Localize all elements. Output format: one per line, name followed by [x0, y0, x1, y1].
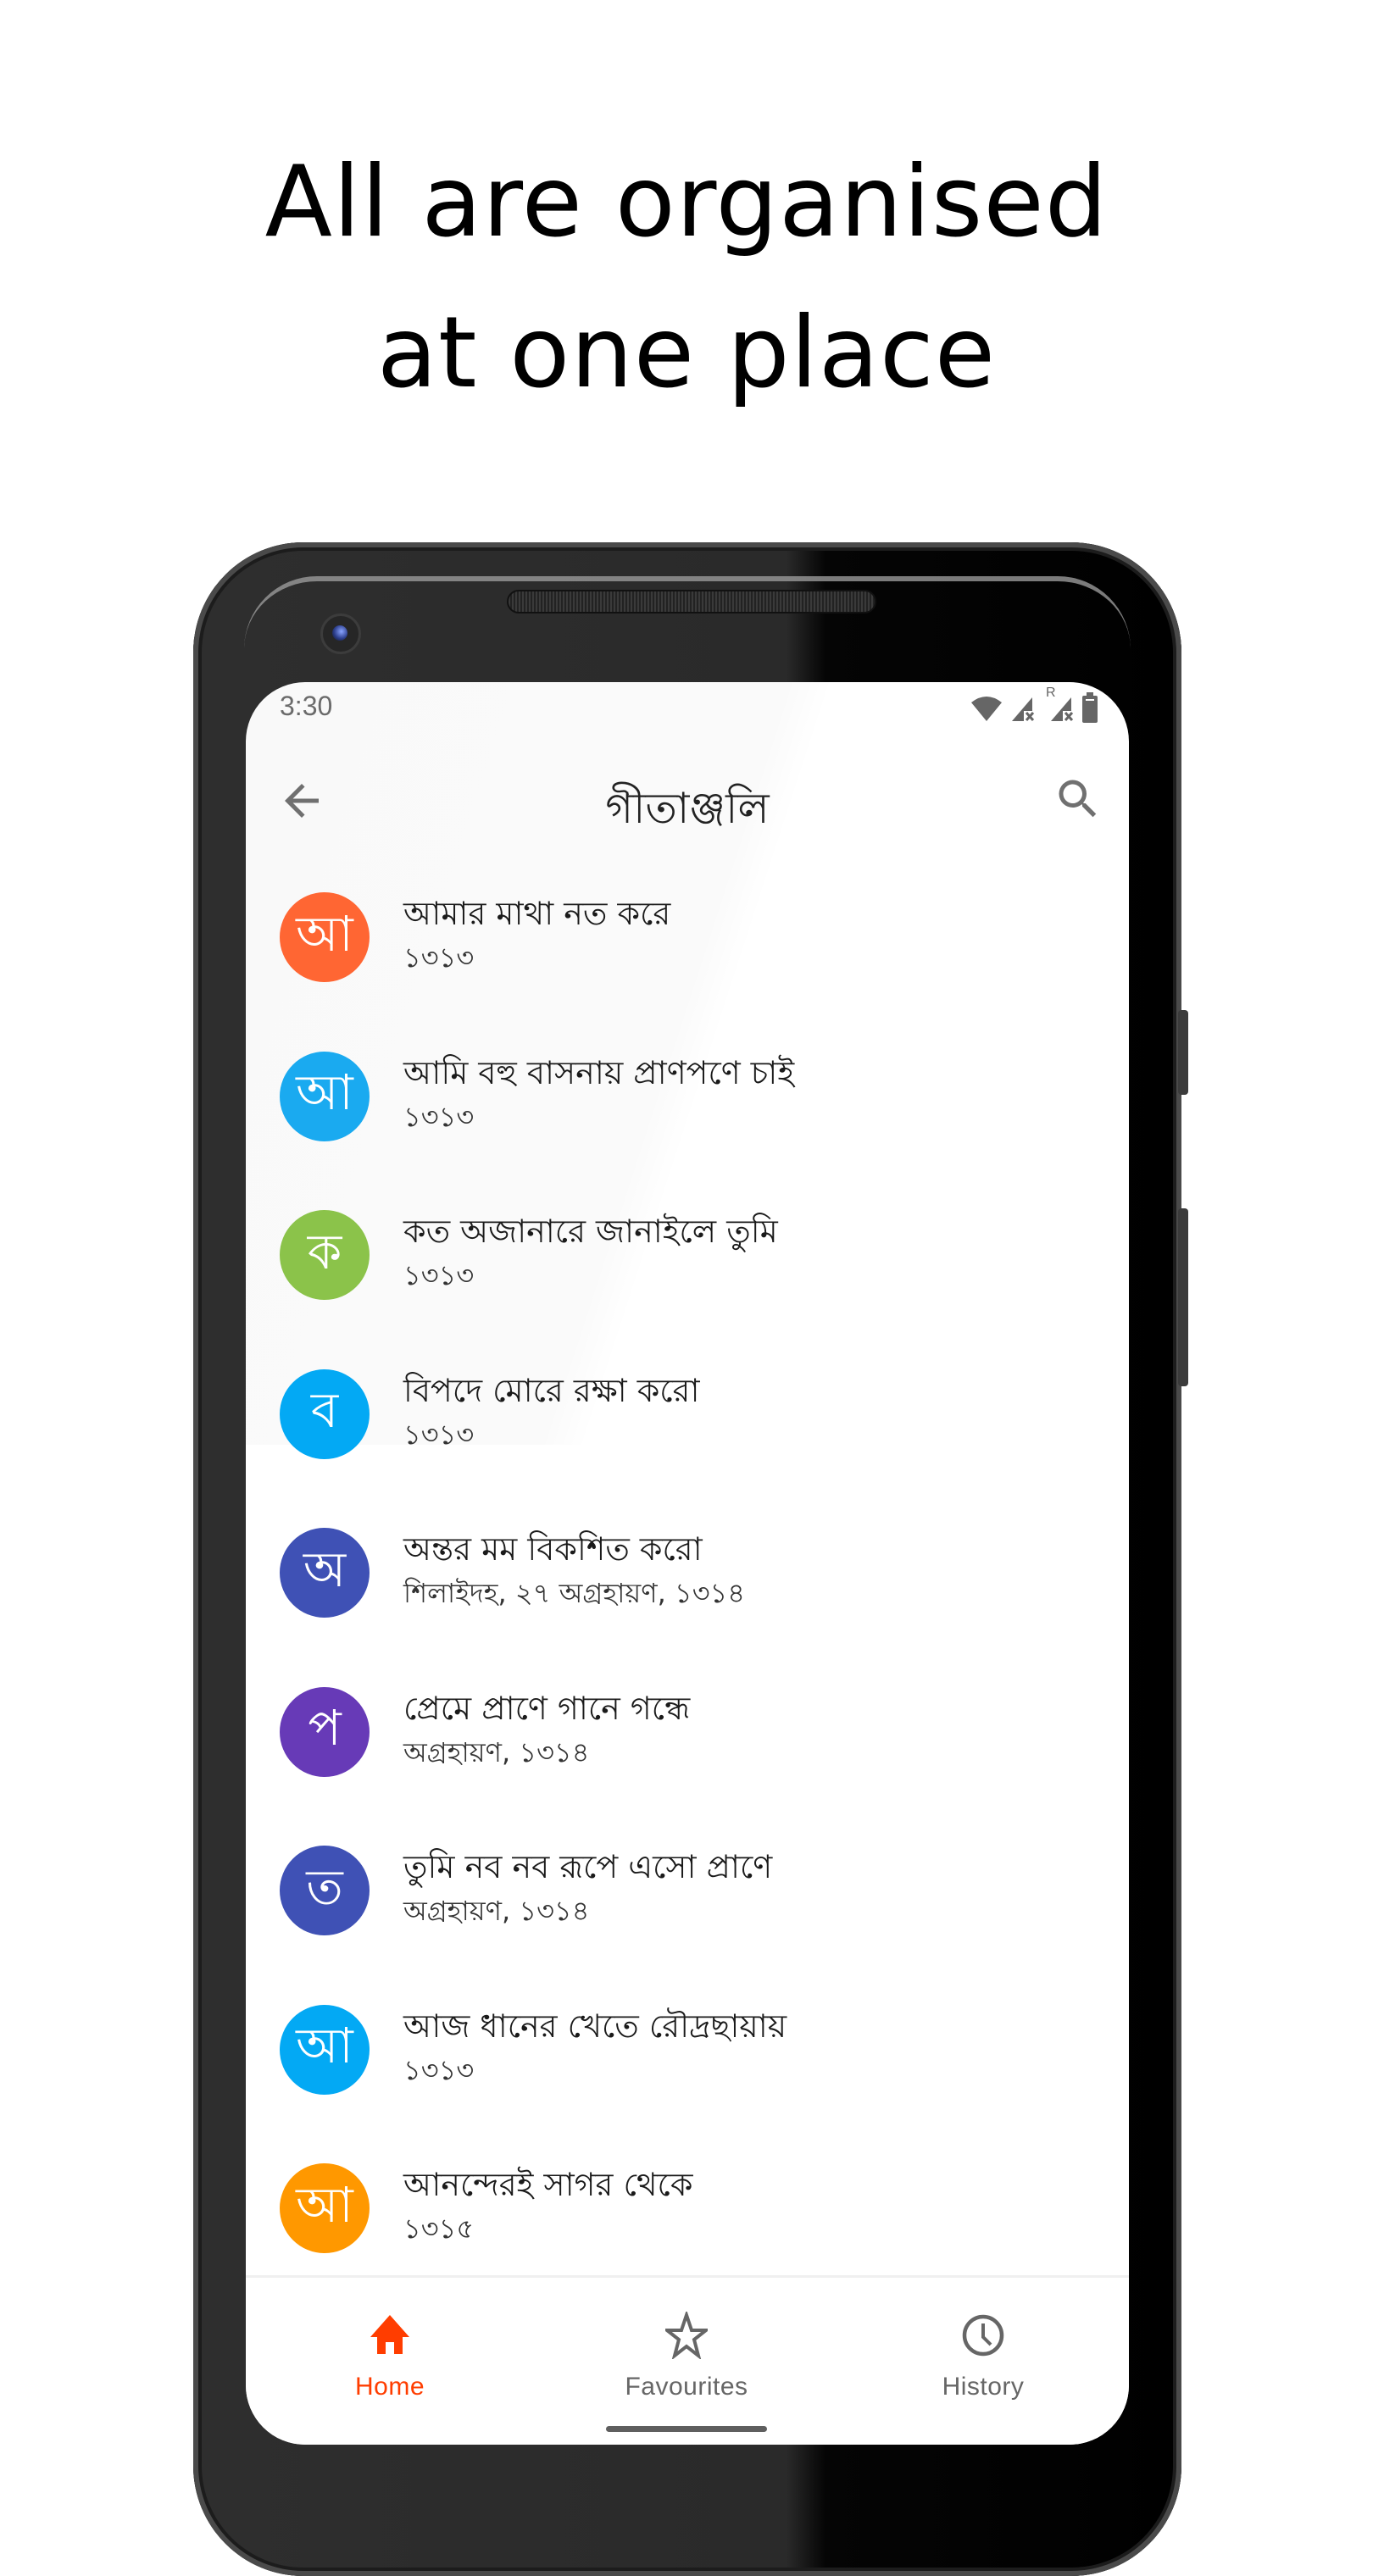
volume-button: [1178, 1010, 1188, 1095]
search-icon: [1059, 780, 1097, 818]
status-bar: 3:30 R: [246, 682, 1129, 733]
list-item[interactable]: প প্রেমে প্রাণে গানে গন্ধে অগ্রহায়ণ, ১৩…: [246, 1665, 1129, 1824]
status-icons: R: [970, 686, 1098, 723]
gesture-home-indicator[interactable]: [606, 2426, 767, 2432]
nav-home[interactable]: Home: [263, 2278, 517, 2413]
list-item[interactable]: অ অন্তর মম বিকশিত করো শিলাইদহ, ২৭ অগ্রহা…: [246, 1506, 1129, 1665]
earpiece-speaker: [507, 590, 876, 613]
power-button: [1178, 1208, 1188, 1386]
nav-favourites[interactable]: Favourites: [559, 2278, 814, 2413]
app-bar: গীতাঞ্জলি: [246, 733, 1129, 869]
song-title: তুমি নব নব রূপে এসো প্রাণে: [403, 1848, 773, 1885]
song-subtitle: ১৩১৩: [403, 1418, 475, 1451]
song-subtitle: শিলাইদহ, ২৭ অগ্রহায়ণ, ১৩১৪: [403, 1577, 746, 1609]
song-title: প্রেমে প্রাণে গানে গন্ধে: [403, 1689, 691, 1727]
song-subtitle: অগ্রহায়ণ, ১৩১৪: [403, 1735, 590, 1768]
list-item[interactable]: আ আমার মাথা নত করে ১৩১৩: [246, 870, 1129, 1030]
battery-icon: [1082, 692, 1098, 723]
song-title: অন্তর মম বিকশিত করো: [403, 1530, 703, 1568]
app-title: গীতাঞ্জলি: [605, 784, 770, 833]
wifi-icon: [971, 697, 1002, 721]
letter-avatar: আ: [280, 1051, 370, 1141]
song-subtitle: ১৩১৩: [403, 1100, 475, 1133]
song-subtitle: ১৩১৩: [403, 941, 475, 974]
nav-favourites-label: Favourites: [625, 2373, 748, 2401]
letter-avatar: আ: [280, 2163, 370, 2253]
list-item[interactable]: ব বিপদে মোরে রক্ষা করো ১৩১৩: [246, 1347, 1129, 1507]
clock-icon: [962, 2314, 1004, 2357]
song-title: কত অজানারে জানাইলে তুমি: [403, 1213, 778, 1250]
nav-home-label: Home: [354, 2373, 425, 2401]
letter-avatar: অ: [280, 1528, 370, 1618]
letter-avatar: ব: [280, 1368, 370, 1459]
signal-no-data-icon: [1012, 697, 1035, 721]
song-title: আনন্দেরই সাগর থেকে: [403, 2166, 693, 2203]
song-subtitle: ১৩১৫: [403, 2212, 475, 2245]
song-title: আমার মাথা নত করে: [403, 895, 671, 932]
search-button[interactable]: [1053, 774, 1103, 824]
letter-avatar: আ: [280, 892, 370, 982]
letter-avatar: ক: [280, 1210, 370, 1300]
song-title: বিপদে মোরে রক্ষা করো: [403, 1371, 700, 1409]
list-item[interactable]: আ আজ ধানের খেতে রৌদ্রছায়ায় ১৩১৩: [246, 1983, 1129, 2142]
letter-avatar: আ: [280, 2004, 370, 2095]
phone-screen: 3:30 R গীতাঞ্জলি আ আমার মাথা নত করে ১৩১৩…: [246, 682, 1129, 2445]
front-camera: [320, 613, 361, 654]
song-title: আমি বহু বাসনায় প্রাণপণে চাই: [403, 1053, 795, 1091]
home-icon: [370, 2315, 409, 2354]
nav-history[interactable]: History: [856, 2278, 1110, 2413]
headline-line-1: All are organised: [264, 145, 1109, 259]
headline-line-2: at one place: [376, 296, 997, 410]
list-item[interactable]: ক কত অজানারে জানাইলে তুমি ১৩১৩: [246, 1188, 1129, 1347]
letter-avatar: ত: [280, 1846, 370, 1935]
letter-avatar: প: [280, 1686, 370, 1777]
list-item[interactable]: আ আমি বহু বাসনায় প্রাণপণে চাই ১৩১৩: [246, 1030, 1129, 1189]
song-list: আ আমার মাথা নত করে ১৩১৩ আ আমি বহু বাসনায…: [246, 870, 1129, 2301]
list-item[interactable]: ত তুমি নব নব রূপে এসো প্রাণে অগ্রহায়ণ, …: [246, 1824, 1129, 1983]
song-subtitle: ১৩১৩: [403, 2053, 475, 2086]
bottom-navigation: Home Favourites History: [246, 2275, 1129, 2445]
star-icon: [665, 2312, 708, 2359]
song-title: আজ ধানের খেতে রৌদ্রছায়ায়: [403, 2007, 787, 2045]
signal-roaming-no-data-icon: R: [1046, 686, 1075, 723]
song-subtitle: ১৩১৩: [403, 1259, 475, 1291]
status-time: 3:30: [280, 691, 333, 721]
promo-headline: All are organised at one place: [0, 127, 1373, 429]
nav-history-label: History: [942, 2373, 1025, 2401]
song-subtitle: অগ্রহায়ণ, ১৩১৪: [403, 1895, 590, 1927]
